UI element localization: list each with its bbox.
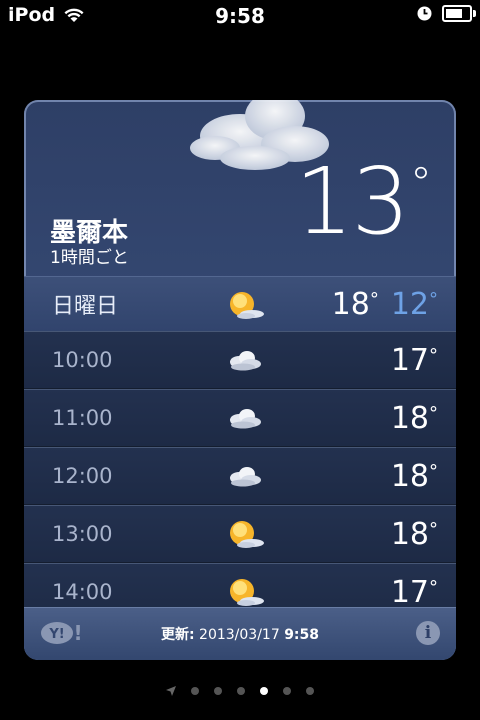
clock-icon xyxy=(417,6,432,21)
page-dot[interactable] xyxy=(237,687,245,695)
hour-time: 13:00 xyxy=(52,522,113,546)
updated-time: 9:58 xyxy=(284,627,320,643)
hour-row: 10:00 17° xyxy=(24,331,456,389)
hour-temp: 18° xyxy=(391,517,438,552)
weather-card: 墨爾本 1時間ごと 13° 日曜日 18° 12° 10:00 17° 11:00 xyxy=(24,100,456,660)
page-dot[interactable] xyxy=(214,687,222,695)
hour-row: 13:00 18° xyxy=(24,505,456,563)
low-temp-value: 12 xyxy=(390,286,429,322)
hour-temp-value: 18 xyxy=(390,516,429,552)
sun-with-cloud-icon xyxy=(230,292,264,319)
hour-temp-value: 17 xyxy=(390,342,429,378)
hour-temp-value: 17 xyxy=(390,574,429,610)
status-bar: iPod 9:58 xyxy=(0,0,480,30)
current-temp-value: 13 xyxy=(294,148,410,255)
degree-symbol: ° xyxy=(429,288,438,310)
updated-timestamp: 更新: 2013/03/17 9:58 xyxy=(24,624,456,644)
degree-symbol: ° xyxy=(429,344,438,366)
cloud-icon xyxy=(230,467,261,487)
high-temp: 18 xyxy=(331,286,370,322)
degree-symbol: ° xyxy=(369,288,379,310)
degree-symbol: ° xyxy=(410,158,432,209)
hour-temp: 18° xyxy=(391,401,438,436)
hour-time: 10:00 xyxy=(52,348,113,372)
hour-temp-value: 18 xyxy=(390,458,429,494)
degree-symbol: ° xyxy=(429,402,438,424)
hour-temp: 17° xyxy=(391,575,438,610)
low-temp: 12° xyxy=(391,287,438,322)
hour-time: 14:00 xyxy=(52,580,113,604)
day-temp-range: 18° 12° xyxy=(332,287,438,322)
battery-icon xyxy=(442,5,476,22)
hour-temp-value: 18 xyxy=(390,400,429,436)
sun-with-cloud-icon xyxy=(230,521,264,548)
day-row: 日曜日 18° 12° xyxy=(24,276,456,331)
hour-time: 12:00 xyxy=(52,464,113,488)
degree-symbol: ° xyxy=(429,576,438,598)
cloud-icon xyxy=(230,351,261,371)
status-time: 9:58 xyxy=(215,4,265,28)
card-footer: Y! ! 更新: 2013/03/17 9:58 i xyxy=(24,607,456,660)
hour-time: 11:00 xyxy=(52,406,113,430)
hour-temp: 17° xyxy=(391,343,438,378)
degree-symbol: ° xyxy=(429,460,438,482)
page-dot[interactable] xyxy=(191,687,199,695)
updated-label: 更新: xyxy=(160,627,195,643)
sun-with-cloud-icon xyxy=(230,579,264,606)
hour-row: 12:00 18° xyxy=(24,447,456,505)
forecast-interval: 1時間ごと xyxy=(50,248,129,268)
hour-row: 11:00 18° xyxy=(24,389,456,447)
page-dot[interactable] xyxy=(306,687,314,695)
hour-temp: 18° xyxy=(391,459,438,494)
updated-date: 2013/03/17 xyxy=(199,627,280,643)
degree-symbol: ° xyxy=(429,518,438,540)
info-button[interactable]: i xyxy=(416,621,440,645)
forecast-list: 日曜日 18° 12° 10:00 17° 11:00 18° 12:00 18… xyxy=(24,276,456,621)
page-dot[interactable] xyxy=(283,687,291,695)
page-indicator[interactable] xyxy=(0,686,480,696)
day-label: 日曜日 xyxy=(52,294,119,319)
location-arrow-icon[interactable] xyxy=(166,686,176,696)
page-dot-active[interactable] xyxy=(260,687,268,695)
current-temperature: 13° xyxy=(295,156,432,248)
cloud-icon xyxy=(230,409,261,429)
